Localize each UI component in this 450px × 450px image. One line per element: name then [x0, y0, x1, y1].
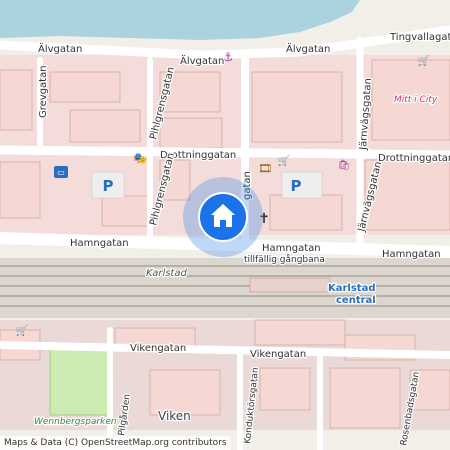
street-label-hamngatan: Hamngatan [262, 243, 321, 254]
street-label-alvgatan: Älvgatan [38, 42, 82, 55]
railway-yard [0, 258, 450, 318]
station-platform [249, 277, 331, 293]
parking-lot-east [281, 171, 323, 199]
svg-text:🛒: 🛒 [418, 54, 430, 67]
street-label-hamngatan: Hamngatan [70, 238, 129, 249]
svg-text:▭: ▭ [57, 168, 65, 177]
street-label-drottninggatan: Drottninggatan [378, 153, 450, 164]
home-marker-graphic [183, 177, 263, 257]
street-label-tingvallagatan: Tingvallagatan [389, 32, 450, 43]
place-label-wennbergsparken: Wennbergsparken [34, 417, 117, 427]
street-label-grevgatan: Grevgatan [38, 65, 49, 118]
svg-text:🛍: 🛍 [338, 159, 351, 171]
shop-icon: 🛒 [418, 54, 430, 67]
theatre-icon: 🎭 [133, 152, 147, 165]
street-label-vikengatan: Vikengatan [250, 349, 306, 360]
svg-text:🛒: 🛒 [278, 154, 290, 167]
bus-icon: ▭ [54, 166, 68, 178]
map-attribution: Maps & Data (C) OpenStreetMap.org contri… [0, 436, 231, 450]
street-label-alvgatan: Älvgatan [180, 54, 224, 67]
street-label-vikengatan: Vikengatan [130, 343, 186, 354]
station-label-line1: Karlstad [328, 283, 376, 294]
street-label-alvgatan: Älvgatan [286, 42, 330, 55]
svg-text:🛒: 🛒 [16, 324, 28, 337]
place-label-karlstad: Karlstad [146, 268, 187, 279]
place-label-viken: Viken [158, 409, 191, 423]
place-label-mitt-i-city: Mitt i City [394, 95, 438, 105]
cinema-icon: 🎞 [258, 162, 272, 175]
shop-icon: 🛍 [338, 159, 351, 171]
map-view[interactable]: ⚓ 🛒 🎭 🎞 🛒 ✝ ▭ 🛒 🛍 P P Älvgatan Älvgatan … [0, 0, 450, 450]
shop-icon: 🛒 [278, 154, 290, 167]
home-location-marker[interactable] [182, 176, 264, 258]
station-label-line2: central [336, 295, 376, 306]
svg-text:🎭: 🎭 [133, 152, 147, 165]
svg-text:🎞: 🎞 [258, 162, 272, 175]
shop-icon: 🛒 [16, 324, 28, 337]
parking-icon: P [103, 177, 114, 195]
street-label-hamngatan: Hamngatan [382, 249, 441, 260]
wennbergsparken-park [49, 344, 111, 416]
parking-icon: P [291, 177, 302, 195]
